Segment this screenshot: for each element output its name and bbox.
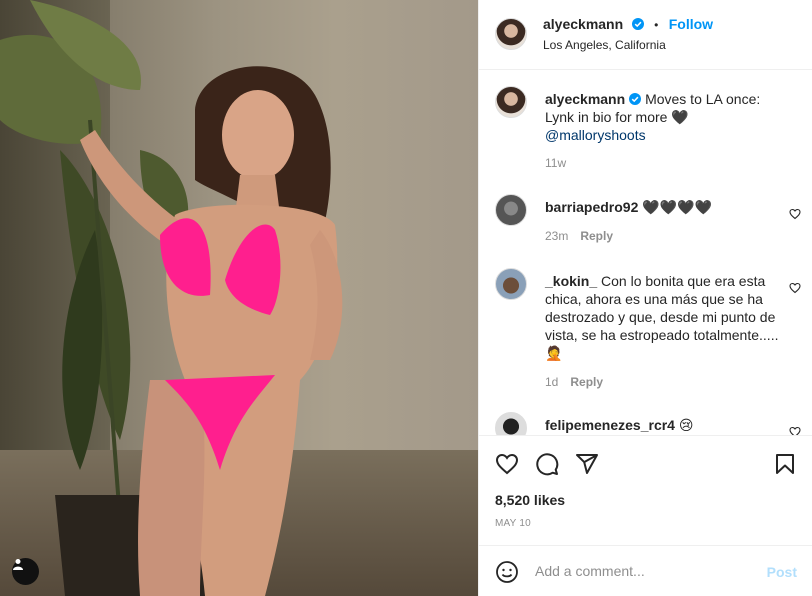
- comment-meta: 23m Reply: [545, 229, 613, 243]
- comment-input[interactable]: [535, 558, 755, 584]
- photo-illustration: [0, 0, 343, 596]
- post-actions: 8,520 likes MAY 10: [479, 435, 812, 545]
- post-image[interactable]: [0, 0, 478, 596]
- reply-button[interactable]: Reply: [570, 375, 603, 389]
- comment-body: felipemenezes_rcr4 😢: [545, 416, 785, 434]
- add-comment-bar: Post: [479, 545, 812, 596]
- separator-dot: •: [654, 18, 659, 32]
- share-icon[interactable]: [575, 452, 599, 476]
- comment-like-icon[interactable]: [789, 282, 801, 294]
- comment-body: _kokin_ Con lo bonita que era esta chica…: [545, 272, 785, 362]
- comment-item: _kokin_ Con lo bonita que era esta chica…: [495, 268, 801, 398]
- comment-body: barriapedro92 🖤🖤🖤🖤: [545, 198, 785, 216]
- comment-meta: 1d Reply: [545, 375, 603, 389]
- comments-list[interactable]: alyeckmann Moves to LA once: Lynk in bio…: [479, 71, 812, 435]
- commenter-avatar[interactable]: [495, 194, 527, 226]
- bookmark-icon[interactable]: [773, 452, 797, 476]
- caption-username[interactable]: alyeckmann: [545, 91, 625, 107]
- user-tag-button[interactable]: [12, 558, 39, 585]
- caption-meta: 11w: [545, 156, 566, 170]
- caption: alyeckmann Moves to LA once: Lynk in bio…: [495, 86, 801, 176]
- comment-age[interactable]: 23m: [545, 229, 568, 243]
- caption-mention[interactable]: @malloryshoots: [545, 127, 646, 143]
- user-tag-icon: [13, 559, 23, 570]
- verified-badge-icon: [629, 93, 642, 105]
- caption-age[interactable]: 11w: [545, 156, 566, 170]
- post-header: alyeckmann • Follow Los Angeles, Califor…: [479, 0, 812, 70]
- emoji-icon[interactable]: [495, 560, 519, 584]
- heart-icon[interactable]: [495, 452, 519, 476]
- post-date[interactable]: MAY 10: [495, 518, 531, 529]
- post-location[interactable]: Los Angeles, California: [543, 38, 666, 52]
- caption-body: alyeckmann Moves to LA once: Lynk in bio…: [545, 90, 785, 144]
- comment-icon[interactable]: [535, 452, 559, 476]
- comment-item: felipemenezes_rcr4 😢: [495, 412, 801, 435]
- comment-item: barriapedro92 🖤🖤🖤🖤 23m Reply: [495, 194, 801, 254]
- commenter-username[interactable]: felipemenezes_rcr4: [545, 417, 675, 433]
- comment-text: 😢: [678, 417, 694, 433]
- commenter-avatar[interactable]: [495, 412, 527, 435]
- verified-badge-icon: [631, 18, 644, 30]
- comment-like-icon[interactable]: [789, 208, 801, 220]
- author-row: alyeckmann • Follow: [543, 16, 713, 34]
- comment-like-icon[interactable]: [789, 426, 801, 435]
- author-avatar[interactable]: [495, 18, 527, 50]
- commenter-avatar[interactable]: [495, 268, 527, 300]
- follow-button[interactable]: Follow: [669, 16, 713, 32]
- commenter-username[interactable]: barriapedro92: [545, 199, 638, 215]
- post-detail-panel: alyeckmann • Follow Los Angeles, Califor…: [478, 0, 812, 596]
- likes-count[interactable]: 8,520 likes: [495, 492, 565, 508]
- commenter-username[interactable]: _kokin_: [545, 273, 597, 289]
- caption-avatar[interactable]: [495, 86, 527, 118]
- comment-text: 🖤🖤🖤🖤: [642, 199, 712, 215]
- comment-age[interactable]: 1d: [545, 375, 558, 389]
- post-comment-button[interactable]: Post: [767, 564, 797, 580]
- reply-button[interactable]: Reply: [580, 229, 613, 243]
- author-username[interactable]: alyeckmann: [543, 16, 623, 32]
